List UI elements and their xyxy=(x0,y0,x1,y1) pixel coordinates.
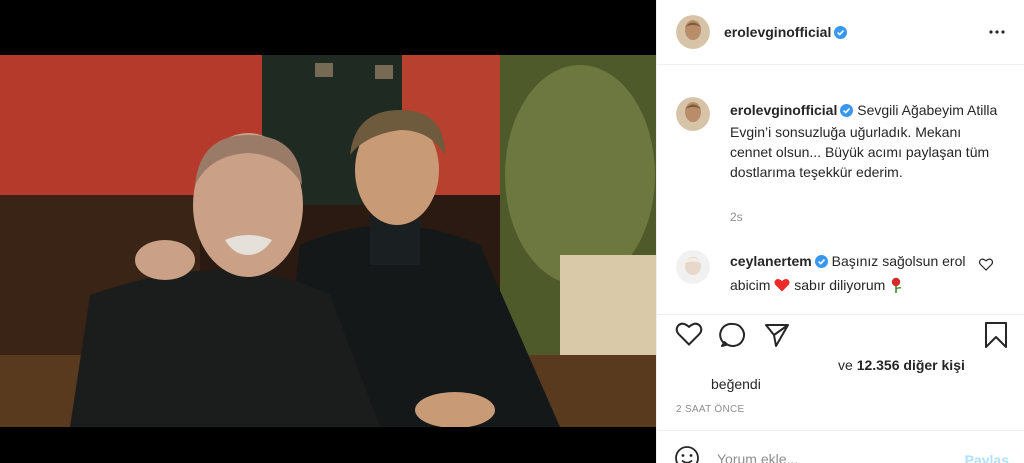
red-heart-emoji-icon xyxy=(774,277,790,293)
commenter-avatar[interactable] xyxy=(676,250,710,284)
avatar-image xyxy=(676,250,710,284)
rose-emoji-icon xyxy=(889,277,903,293)
likes-prefix: ve xyxy=(838,357,853,373)
comment-bubble-icon[interactable] xyxy=(719,321,747,352)
save-bookmark-icon[interactable] xyxy=(983,321,1009,352)
post-photo[interactable] xyxy=(0,55,656,427)
likes-count-text[interactable]: 12.356 diğer kişi xyxy=(857,357,965,373)
caption-avatar[interactable] xyxy=(676,97,710,131)
author-username[interactable]: erolevginofficial xyxy=(724,24,848,42)
like-heart-icon[interactable] xyxy=(675,321,703,350)
post-header: erolevginofficial xyxy=(657,0,1024,65)
comment-like-heart-icon[interactable] xyxy=(978,258,994,274)
verified-badge-icon xyxy=(840,102,854,122)
commenter-username[interactable]: ceylanertem xyxy=(730,253,812,269)
avatar-image xyxy=(676,15,710,49)
photo-image xyxy=(0,55,656,427)
caption-username[interactable]: erolevginofficial xyxy=(730,102,837,118)
caption-text-block: erolevginofficial Sevgili Ağabeyim Atill… xyxy=(730,100,1000,182)
share-paper-plane-icon[interactable] xyxy=(763,321,791,352)
post-side-panel: erolevginofficial erolevginofficial Sevg… xyxy=(656,0,1024,463)
author-avatar[interactable] xyxy=(676,15,710,49)
emoji-smiley-icon[interactable] xyxy=(674,445,700,463)
post-media xyxy=(0,0,656,463)
post-comment-button[interactable]: Paylaş xyxy=(965,452,1009,463)
more-dots-icon[interactable] xyxy=(987,22,1007,42)
liked-label: beğendi xyxy=(711,376,761,392)
author-username-text[interactable]: erolevginofficial xyxy=(724,24,831,40)
post-actions-bar xyxy=(657,314,1024,354)
caption-time[interactable]: 2s xyxy=(730,210,743,224)
likes-count[interactable]: ve 12.356 diğer kişi xyxy=(838,357,965,373)
verified-badge-icon xyxy=(814,252,828,274)
verified-badge-icon xyxy=(834,26,848,42)
comment-text-block: ceylanertem Başınız sağolsun erol abicim… xyxy=(730,250,970,296)
add-comment-bar: Paylaş xyxy=(657,430,1024,463)
post-timestamp[interactable]: 2 SAAT ÖNCE xyxy=(676,404,745,415)
comment-text-after: sabır diliyorum xyxy=(794,277,886,293)
comment-input[interactable] xyxy=(717,451,947,463)
avatar-image xyxy=(676,97,710,131)
